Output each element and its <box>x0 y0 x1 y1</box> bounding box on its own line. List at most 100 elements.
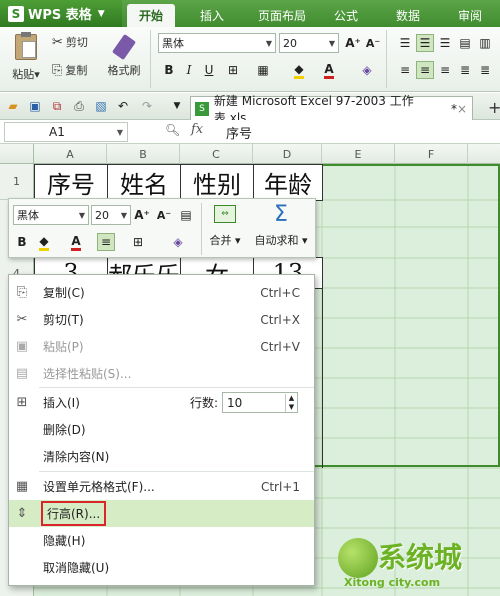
justify-icon[interactable]: ≣ <box>456 61 474 79</box>
select-all-corner[interactable] <box>0 144 34 164</box>
tab-review[interactable]: 审阅 <box>448 4 492 27</box>
menu-item-format-cells[interactable]: ▦ 设置单元格格式(F)... Ctrl+1 <box>9 473 314 500</box>
fill-pattern-icon[interactable]: ▦ <box>254 61 272 79</box>
fx-label[interactable]: fx <box>191 122 203 137</box>
menu-item-clear[interactable]: 清除内容(N) <box>9 443 314 470</box>
grow-font-icon[interactable]: A⁺ <box>133 206 151 224</box>
tab-formulas[interactable]: 公式 <box>326 4 366 27</box>
save-icon[interactable]: ▣ <box>26 97 44 115</box>
menu-item-row-height[interactable]: ⇕ 行高(R)... <box>9 500 314 527</box>
merge-button[interactable]: ⇔ 合并 ▾ <box>205 203 245 255</box>
column-header[interactable]: F <box>395 144 468 164</box>
menu-item-hide[interactable]: 隐藏(H) <box>9 527 314 554</box>
tab-page-layout[interactable]: 页面布局 <box>246 4 318 27</box>
app-menu-button[interactable]: S WPS 表格 ▼ <box>0 0 122 27</box>
align-bottom-icon[interactable]: ☰ <box>436 34 454 52</box>
bold-icon[interactable]: B <box>160 61 178 79</box>
menu-item-copy[interactable]: ⎘ 复制(C) Ctrl+C <box>9 279 314 306</box>
table-border <box>322 288 323 468</box>
open-folder-icon[interactable]: ▰ <box>4 97 22 115</box>
column-header[interactable]: A <box>34 144 107 164</box>
align-middle-icon[interactable]: ☰ <box>416 34 434 52</box>
fill-color-icon[interactable]: ◆ <box>35 233 53 251</box>
tab-data[interactable]: 数据 <box>388 4 428 27</box>
column-header[interactable]: B <box>107 144 180 164</box>
mini-font-size-select[interactable]: 20 ▼ <box>91 205 131 225</box>
align-left-icon[interactable]: ≡ <box>396 61 414 79</box>
menu-item-delete[interactable]: 删除(D) <box>9 416 314 443</box>
distribute-icon[interactable]: ≣ <box>476 61 494 79</box>
menu-item-label: 复制(C) <box>43 286 85 300</box>
italic-icon[interactable]: I <box>180 61 198 79</box>
indent-icon[interactable]: ▥ <box>476 34 494 52</box>
rows-count-spinner[interactable]: 10 ▲ ▼ <box>222 392 298 413</box>
cell-a1[interactable]: 序号 <box>34 164 108 201</box>
print-icon[interactable]: ⎙ <box>70 97 88 115</box>
autosum-button[interactable]: Σ 自动求和 ▾ <box>247 203 315 255</box>
column-header[interactable]: E <box>322 144 395 164</box>
customize-dropdown-icon[interactable]: ▼ <box>168 97 186 115</box>
fill-color-icon[interactable]: ◆ <box>290 61 308 79</box>
column-header[interactable]: C <box>180 144 253 164</box>
column-header[interactable]: D <box>253 144 322 164</box>
clear-format-icon[interactable]: ◈ <box>169 233 187 251</box>
close-tab-icon[interactable]: × <box>457 102 467 116</box>
redo-icon[interactable]: ↷ <box>138 97 156 115</box>
grow-font-icon[interactable]: A⁺ <box>344 34 362 52</box>
cell-c1[interactable]: 性别 <box>180 164 254 201</box>
name-box-value: A1 <box>49 125 65 139</box>
clear-format-icon[interactable]: ◈ <box>358 61 376 79</box>
tab-insert[interactable]: 插入 <box>188 4 236 27</box>
paste-special-icon: ▤ <box>15 366 29 381</box>
borders-icon[interactable]: ⊞ <box>224 61 242 79</box>
cell-d1[interactable]: 年龄 <box>253 164 323 201</box>
paste-button[interactable]: 粘贴▾ <box>8 32 44 86</box>
name-box[interactable]: A1 ▼ <box>4 122 128 142</box>
shrink-font-icon[interactable]: A⁻ <box>155 206 173 224</box>
menu-item-shortcut: Ctrl+C <box>260 285 300 300</box>
tab-home[interactable]: 开始 <box>127 4 175 27</box>
undo-icon[interactable]: ↶ <box>114 97 132 115</box>
menu-item-shortcut: Ctrl+X <box>260 312 300 327</box>
menu-item-label: 删除(D) <box>43 423 86 437</box>
cut-button[interactable]: ✂ 剪切 <box>52 34 88 50</box>
print-preview-icon[interactable]: ▧ <box>92 97 110 115</box>
format-cells-icon[interactable]: ▤ <box>177 206 195 224</box>
align-center-icon[interactable]: ≡ <box>416 61 434 79</box>
font-color-icon[interactable]: A <box>67 233 85 251</box>
orientation-icon[interactable]: ▤ <box>456 34 474 52</box>
menu-item-paste[interactable]: ▣ 粘贴(P) Ctrl+V <box>9 333 314 360</box>
spinner-arrows-icon[interactable]: ▲ ▼ <box>285 393 297 412</box>
copy-icon: ⎘ <box>52 62 63 78</box>
app-name: WPS 表格 <box>28 8 92 23</box>
formula-content[interactable]: 序号 <box>226 123 252 142</box>
menu-item-cut[interactable]: ✂ 剪切(T) Ctrl+X <box>9 306 314 333</box>
font-color-icon[interactable]: A <box>320 61 338 79</box>
menu-item-unhide[interactable]: 取消隐藏(U) <box>9 554 314 581</box>
font-size-select[interactable]: 20 ▼ <box>279 33 339 53</box>
menu-item-label: 隐藏(H) <box>43 534 86 548</box>
file-tab[interactable]: S 新建 Microsoft Excel 97-2003 工作表.xls * × <box>190 94 473 125</box>
row-header[interactable]: 1 <box>0 164 34 200</box>
format-painter-button[interactable]: 格式刷 <box>104 32 144 86</box>
chevron-down-icon: ▼ <box>78 210 86 220</box>
mini-font-select[interactable]: 黑体 ▼ <box>13 205 89 225</box>
align-top-icon[interactable]: ☰ <box>396 34 414 52</box>
new-tab-icon[interactable]: + <box>488 98 500 117</box>
borders-icon[interactable]: ⊞ <box>129 233 147 251</box>
export-pdf-icon[interactable]: ⧉ <box>48 97 66 115</box>
menu-item-label: 取消隐藏(U) <box>43 561 110 575</box>
shrink-font-icon[interactable]: A⁻ <box>364 34 382 52</box>
excel-file-icon: S <box>195 101 209 116</box>
cell-b1[interactable]: 姓名 <box>107 164 181 201</box>
zoom-search-icon[interactable]: 🔍︎ <box>165 123 180 137</box>
copy-button[interactable]: ⎘ 复制 <box>52 62 87 78</box>
menu-item-paste-special[interactable]: ▤ 选择性粘贴(S)... <box>9 360 314 387</box>
align-right-icon[interactable]: ≡ <box>436 61 454 79</box>
underline-icon[interactable]: U <box>200 61 218 79</box>
align-center-icon[interactable]: ≡ <box>97 233 115 251</box>
menu-item-insert[interactable]: ⊞ 插入(I) 行数: 10 ▲ ▼ <box>9 389 314 416</box>
menu-item-label: 插入(I) <box>43 396 80 410</box>
font-family-select[interactable]: 黑体 ▼ <box>158 33 276 53</box>
bold-icon[interactable]: B <box>13 233 31 251</box>
